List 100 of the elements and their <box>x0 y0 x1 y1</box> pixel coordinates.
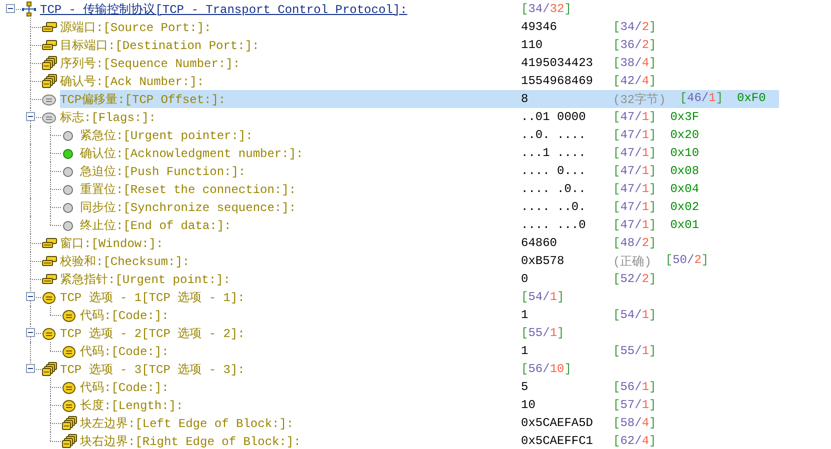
stack-icon <box>41 361 57 377</box>
tree-row[interactable]: 校验和:[Checksum:]: 0xB578 (正确) [50/2] <box>60 252 779 270</box>
tree-row[interactable]: 标志:[Flags:]: ..01 0000 [47/1] 0x3F <box>60 108 779 126</box>
tree-connector <box>50 144 61 162</box>
byte-range: [34/2] <box>613 20 656 34</box>
hex-mask: 0xF0 <box>737 90 766 106</box>
field-label: 源端口:[Source Port:]: <box>60 20 212 34</box>
field-value: 5 <box>521 380 530 394</box>
hex-mask: 0x04 <box>670 182 700 196</box>
tree-connector <box>50 378 61 396</box>
field-value: 64860 <box>521 236 558 250</box>
tree-connector <box>30 72 41 90</box>
tree-connector <box>30 270 41 288</box>
collapse-button[interactable] <box>26 364 34 373</box>
stack-icon <box>61 415 77 431</box>
byte-range: [47/1] <box>613 182 656 196</box>
stack-icon <box>41 19 57 35</box>
tree-row[interactable]: 紧急指针:[Urgent point:]: 0 [52/2] <box>60 270 779 288</box>
tree-row[interactable]: 重置位:[Reset the connection:]: .... .0.. [47/1] 0x04 <box>80 180 779 198</box>
byte-range: [57/1] <box>613 398 656 412</box>
byte-range: [47/1] <box>613 110 656 124</box>
field-label: 确认号:[Ack Number:]: <box>60 74 204 88</box>
byte-range: [47/1] <box>613 146 656 160</box>
tree-row[interactable]: 块右边界:[Right Edge of Block:]: 0x5CAEFFC1 [62/4] <box>80 432 779 449</box>
byte-range: [50/2] <box>665 252 709 268</box>
tree-row[interactable]: TCP 选项 - 2[TCP 选项 - 2]: [55/1] <box>60 324 779 342</box>
field-value: .... ..0. <box>521 200 587 214</box>
byte-range: [36/2] <box>613 38 656 52</box>
field-note: (正确) <box>613 254 652 270</box>
byte-range: [47/1] <box>613 164 656 178</box>
byte-range: [54/1] <box>613 308 656 322</box>
field-label: TCP - 传输控制协议[TCP - Transport Control Protocol]: <box>40 2 408 16</box>
byte-range: [62/4] <box>613 434 656 448</box>
tree-connector <box>50 180 61 198</box>
tree-row[interactable]: 序列号:[Sequence Number:]: 4195034423 [38/4] <box>60 54 779 72</box>
field-label: 紧急位:[Urgent pointer:]: <box>80 128 253 142</box>
tree-row[interactable]: TCP 选项 - 3[TCP 选项 - 3]: [56/10] <box>60 360 779 378</box>
byte-range: [52/2] <box>613 272 656 286</box>
byte-range: [47/1] <box>613 128 656 142</box>
coin-icon <box>61 397 77 413</box>
tree-row[interactable]: TCP - 传输控制协议[TCP - Transport Control Protocol]: [34/32] <box>40 0 779 18</box>
tree-connector <box>30 36 41 54</box>
field-value: 0xB578 <box>521 254 566 268</box>
coin-icon <box>41 289 57 305</box>
field-value: 8 <box>521 92 530 106</box>
byte-range: [47/1] <box>613 218 656 232</box>
field-label: 终止位:[End of data:]: <box>80 218 232 232</box>
field-note: (32字节) <box>613 92 666 108</box>
field-value: .... ...0 <box>521 218 587 232</box>
tree-row[interactable]: TCP 选项 - 1[TCP 选项 - 1]: [54/1] <box>60 288 779 306</box>
field-value: 0x5CAEFFC1 <box>521 434 594 448</box>
field-value: 1 <box>521 308 530 322</box>
tree-row[interactable]: 目标端口:[Destination Port:]: 110 [36/2] <box>60 36 779 54</box>
field-value: ..01 0000 <box>521 110 587 124</box>
field-label: TCP 选项 - 1[TCP 选项 - 1]: <box>60 290 245 304</box>
tree-row[interactable]: 代码:[Code:]: 5 [56/1] <box>80 378 779 396</box>
tree-connector <box>50 126 61 144</box>
field-label: 长度:[Length:]: <box>80 398 184 412</box>
field-value: 1554968469 <box>521 74 594 88</box>
field-label: TCP 选项 - 3[TCP 选项 - 3]: <box>60 362 245 376</box>
tree-row[interactable]: 急迫位:[Push Function:]: .... 0... [47/1] 0x08 <box>80 162 779 180</box>
tree-row[interactable]: 紧急位:[Urgent pointer:]: ..0. .... [47/1] 0x20 <box>80 126 779 144</box>
tree-row[interactable]: 代码:[Code:]: 1 [55/1] <box>80 342 779 360</box>
byte-range: [54/1] <box>521 290 564 304</box>
tree-row[interactable]: 块左边界:[Left Edge of Block:]: 0x5CAEFA5D [58/4] <box>80 414 779 432</box>
field-value: 10 <box>521 398 536 412</box>
network-icon <box>21 1 37 17</box>
collapse-button[interactable] <box>26 292 34 301</box>
stack-icon <box>41 55 57 71</box>
collapse-button[interactable] <box>6 4 14 13</box>
tree-row[interactable]: 同步位:[Synchronize sequence:]: .... ..0. [47/1] 0x02 <box>80 198 779 216</box>
field-label: TCP偏移量:[TCP Offset:]: <box>60 92 226 106</box>
field-value: .... 0... <box>521 164 587 178</box>
tree-connector <box>30 54 41 72</box>
tree-connector <box>50 306 61 316</box>
field-value: 0x5CAEFA5D <box>521 416 594 430</box>
stack-icon <box>61 433 77 449</box>
field-value: 110 <box>521 38 544 52</box>
collapse-button[interactable] <box>26 112 34 121</box>
tree-row[interactable]: 终止位:[End of data:]: .... ...0 [47/1] 0x01 <box>80 216 779 234</box>
tree-row[interactable]: 确认号:[Ack Number:]: 1554968469 [42/4] <box>60 72 779 90</box>
tree-row[interactable]: 长度:[Length:]: 10 [57/1] <box>80 396 779 414</box>
tree-row[interactable]: 代码:[Code:]: 1 [54/1] <box>80 306 779 324</box>
tree-row[interactable]: 确认位:[Acknowledgment number:]: ...1 .... [47/1] 0x10 <box>80 144 779 162</box>
tree-connector <box>30 18 41 36</box>
byte-range: [56/1] <box>613 380 656 394</box>
coin-icon <box>61 343 77 359</box>
hex-mask: 0x20 <box>670 128 700 142</box>
byte-range: [55/1] <box>521 326 564 340</box>
field-value: 0 <box>521 272 530 286</box>
field-label: 代码:[Code:]: <box>80 308 169 322</box>
byte-range: [34/32] <box>521 2 572 16</box>
stack-icon <box>41 271 57 287</box>
tree-row[interactable]: TCP偏移量:[TCP Offset:]: 8 (32字节) [46/1] 0xF0 <box>60 90 779 108</box>
tree-row[interactable]: 源端口:[Source Port:]: 49346 [34/2] <box>60 18 779 36</box>
field-label: 块左边界:[Left Edge of Block:]: <box>80 416 294 430</box>
stack-icon <box>41 253 57 269</box>
field-label: 标志:[Flags:]: <box>60 110 156 124</box>
collapse-button[interactable] <box>26 328 34 337</box>
tree-row[interactable]: 窗口:[Window:]: 64860 [48/2] <box>60 234 779 252</box>
